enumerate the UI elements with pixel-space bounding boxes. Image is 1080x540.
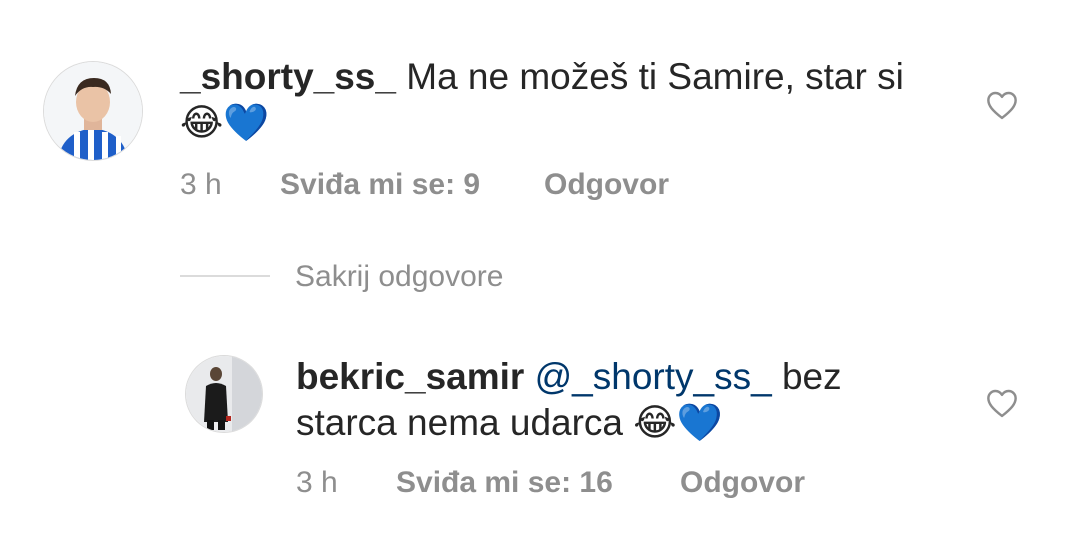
reply-text-line1: bez [781,356,842,397]
comment-text: Ma ne možeš ti Samire, star si [406,56,904,97]
hide-replies-line [180,275,270,277]
reply-time: 3 h [296,466,338,499]
heart-icon[interactable] [985,388,1019,418]
avatar-shorty[interactable] [44,62,142,160]
comment-likes-count[interactable]: Sviđa mi se: 9 [280,168,480,202]
comment-time: 3 h [180,168,222,201]
reply-username[interactable]: bekric_samir [296,356,524,397]
reply-body: bekric_samir @_shorty_ss_ bez starca nem… [296,354,936,446]
reply-mention[interactable]: @_shorty_ss_ [535,356,772,397]
reply-emoji: 😂💙 [633,401,723,444]
comment-emoji: 😂💙 [180,101,270,144]
reply-reply-button[interactable]: Odgovor [680,466,805,500]
reply-likes-count[interactable]: Sviđa mi se: 16 [396,466,613,500]
comment-reply-button[interactable]: Odgovor [544,168,669,202]
comment-username[interactable]: _shorty_ss_ [180,56,396,97]
hide-replies-label[interactable]: Sakrij odgovore [295,260,503,294]
avatar-bekric[interactable] [186,356,262,432]
heart-icon[interactable] [985,90,1019,120]
reply-text-line2: starca nema udarca [296,402,624,443]
comment-body: _shorty_ss_ Ma ne možeš ti Samire, star … [180,54,940,146]
